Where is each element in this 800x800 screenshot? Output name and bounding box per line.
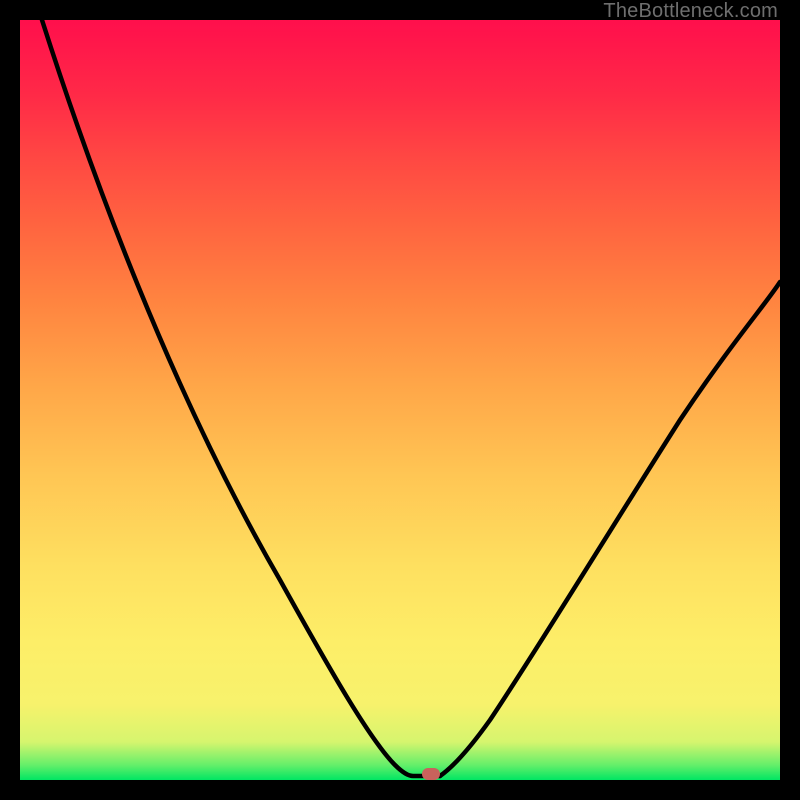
chart-frame: TheBottleneck.com — [0, 0, 800, 800]
bottleneck-curve — [20, 20, 780, 780]
curve-right-branch — [440, 282, 780, 776]
curve-left-branch — [42, 20, 440, 776]
watermark-text: TheBottleneck.com — [603, 0, 778, 23]
marker-point — [422, 768, 440, 780]
plot-area — [20, 20, 780, 780]
